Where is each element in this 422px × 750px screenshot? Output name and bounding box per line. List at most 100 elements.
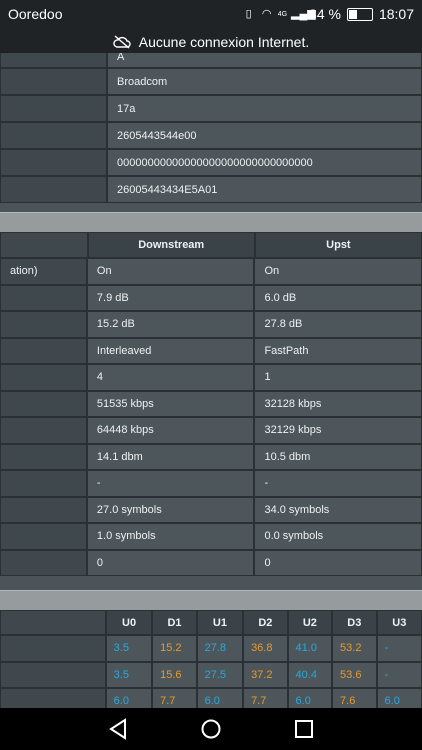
upstream-value: On [254, 258, 422, 285]
band-value: 7.6 [332, 688, 377, 708]
home-icon[interactable] [196, 716, 226, 742]
info-value: 17a [107, 95, 422, 122]
recent-apps-icon[interactable] [289, 716, 319, 742]
table-row: Broadcom [0, 68, 422, 95]
band-value: 6.0 [196, 688, 244, 708]
upstream-value: - [254, 470, 422, 497]
band-value: 7.7 [152, 688, 197, 708]
back-icon[interactable] [103, 716, 133, 742]
cloud-off-icon [113, 34, 131, 49]
downstream-value: 0 [86, 549, 255, 576]
stat-label [0, 417, 87, 444]
band-value: 6.0 [287, 688, 333, 708]
downstream-value: Interleaved [86, 337, 255, 364]
stat-label [0, 470, 87, 497]
stat-label [0, 337, 87, 364]
band-value: 40.4 [287, 661, 333, 688]
table-row: 51535 kbps 32128 kbps [0, 390, 422, 417]
band-header: D1 [152, 610, 197, 635]
table-row: Interleaved FastPath [0, 337, 422, 364]
table-row: 41 [0, 364, 422, 391]
stat-label [0, 496, 87, 523]
band-value: 53.6 [332, 661, 377, 688]
network-type-label: 4G [277, 10, 288, 18]
downstream-value: 14.1 dbm [86, 443, 255, 470]
band-header: D2 [243, 610, 288, 635]
band-value: - [376, 661, 422, 688]
downstream-value: 51535 kbps [86, 390, 255, 417]
table-row: 64448 kbps 32129 kbps [0, 417, 422, 444]
info-value: A [107, 53, 422, 68]
upstream-value: 0 [254, 549, 422, 576]
dsl-info-page[interactable]: A Broadcom 17a 2605443544e00 00000000000… [0, 53, 422, 708]
table-row: 15.2 dB 27.8 dB [0, 311, 422, 338]
navigation-bar [0, 708, 422, 750]
band-value: 6.0 [105, 688, 153, 708]
band-value: 15.6 [152, 661, 197, 688]
carrier-name: Ooredoo [8, 6, 63, 22]
info-value: 00000000000000000000000000000000 [107, 149, 422, 176]
upstream-value: 32128 kbps [254, 390, 422, 417]
upstream-value: 0.0 symbols [254, 523, 422, 550]
table-row: 17a [0, 95, 422, 122]
band-value: 37.2 [243, 661, 288, 688]
table-row: 6.0 7.7 6.0 7.7 6.0 7.6 6.0 [0, 688, 422, 708]
clock: 18:07 [378, 6, 414, 22]
info-value: 26005443434E5A01 [107, 176, 422, 203]
vibrate-icon: ▯ [245, 8, 252, 20]
info-value: Broadcom [107, 68, 422, 95]
table-row: 14.1 dbm 10.5 dbm [0, 443, 422, 470]
table-row: A [0, 53, 422, 68]
status-icons: ▯ ◠ 4G ▂▄▆ 34 % 18:07 [242, 6, 414, 22]
downstream-value: On [86, 258, 255, 285]
band-value: 7.7 [243, 688, 288, 708]
table-row: 00000000000000000000000000000000 [0, 149, 422, 176]
band-value: 41.0 [287, 635, 333, 662]
band-value: 6.0 [376, 688, 422, 708]
upstream-value: 27.8 dB [254, 311, 422, 338]
stat-label [0, 523, 87, 550]
wifi-icon: ◠ [261, 8, 272, 20]
band-header: U2 [287, 610, 333, 635]
info-value: 2605443544e00 [107, 122, 422, 149]
band-value: 53.2 [332, 635, 377, 662]
upstream-value: 34.0 symbols [254, 496, 422, 523]
downstream-value: 64448 kbps [86, 417, 255, 444]
table-row: 00 [0, 549, 422, 576]
stat-label [0, 311, 87, 338]
banner-text: Aucune connexion Internet. [138, 33, 310, 50]
column-header-upstream: Upst [254, 232, 422, 258]
band-header: U0 [105, 610, 153, 635]
battery-icon [346, 7, 373, 21]
band-value: 15.2 [152, 635, 197, 662]
band-header: D3 [332, 610, 377, 635]
band-value: 3.5 [105, 635, 153, 662]
downstream-value: 15.2 dB [86, 311, 255, 338]
table-row: -- [0, 470, 422, 497]
band-header: U3 [376, 610, 422, 635]
upstream-value: 10.5 dbm [254, 443, 422, 470]
section-divider [0, 590, 422, 611]
stat-label [0, 549, 87, 576]
stat-label [0, 443, 87, 470]
stat-label: ation) [0, 258, 87, 285]
table-row: 26005443434E5A01 [0, 176, 422, 203]
upstream-value: FastPath [254, 337, 422, 364]
downstream-value: 7.9 dB [86, 284, 255, 311]
downstream-value: 1.0 symbols [86, 523, 255, 550]
no-connection-banner: Aucune connexion Internet. [0, 30, 422, 53]
section-divider [0, 212, 422, 233]
signal-icon: ▂▄▆ [291, 8, 316, 20]
upstream-value: 1 [254, 364, 422, 391]
table-row: ation) On On [0, 258, 422, 285]
table-row: 27.0 symbols 34.0 symbols [0, 496, 422, 523]
upstream-value: 6.0 dB [254, 284, 422, 311]
table-row: 3.5 15.6 27.5 37.2 40.4 53.6- [0, 661, 422, 688]
band-value: 27.8 [196, 635, 244, 662]
table-header-row: U0 D1 U1 D2 U2 D3 U3 [0, 610, 422, 635]
stat-label [0, 284, 87, 311]
upstream-value: 32129 kbps [254, 417, 422, 444]
downstream-value: 4 [86, 364, 255, 391]
table-header-row: Downstream Upst [0, 232, 422, 258]
stat-label [0, 390, 87, 417]
